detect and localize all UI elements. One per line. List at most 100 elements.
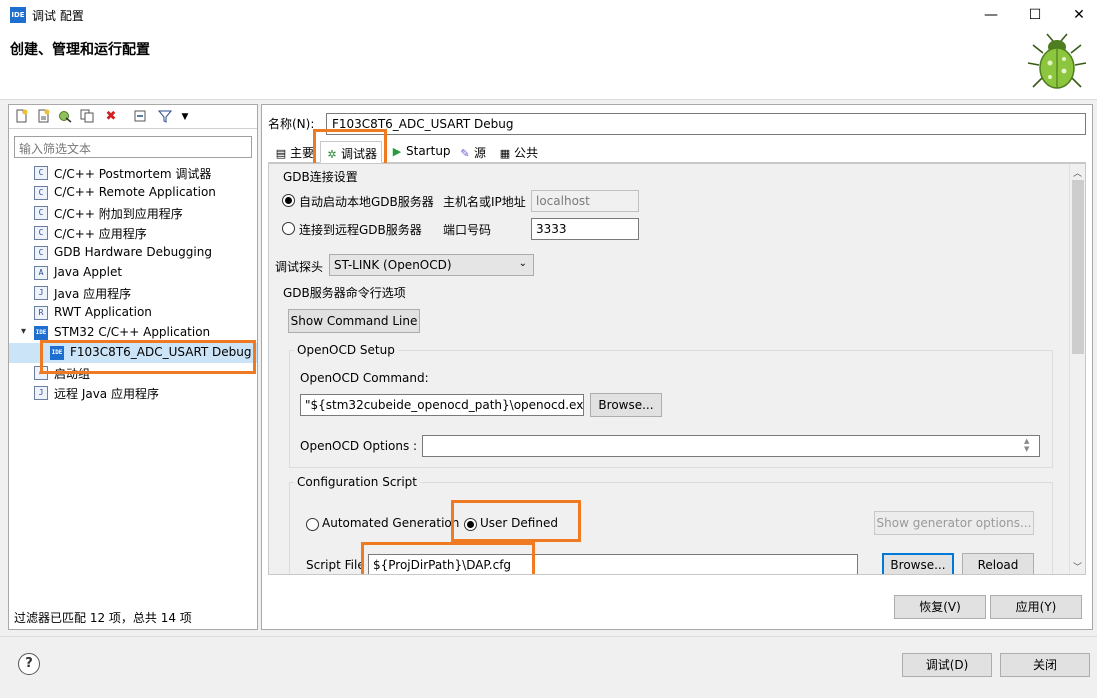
- export-icon[interactable]: [57, 109, 73, 125]
- tree-item-rwt[interactable]: R RWT Application: [9, 303, 257, 323]
- tree-item-label: Java Applet: [54, 265, 123, 279]
- delete-icon[interactable]: ✖: [103, 109, 119, 125]
- tree-item-java-applet[interactable]: A Java Applet: [9, 263, 257, 283]
- scroll-thumb[interactable]: [1072, 180, 1084, 354]
- tab-source[interactable]: ✎ 源: [454, 141, 490, 163]
- tree-item-gdb-hw[interactable]: C GDB Hardware Debugging: [9, 243, 257, 263]
- gdb-connection-heading: GDB连接设置: [283, 170, 358, 184]
- c-config-icon: C: [34, 186, 48, 200]
- tree-item-label: RWT Application: [54, 305, 152, 319]
- openocd-setup-group: OpenOCD Setup OpenOCD Command: "${stm32c…: [289, 343, 1053, 468]
- tab-label: 主要: [290, 146, 315, 160]
- content-scrollbar[interactable]: ︿ ﹀: [1069, 164, 1085, 574]
- openocd-command-input[interactable]: "${stm32cubeide_openocd_path}\openocd.ex…: [300, 394, 584, 416]
- duplicate-icon[interactable]: [79, 109, 95, 125]
- dialog-header: 创建、管理和运行配置: [0, 30, 1097, 100]
- tab-main[interactable]: ▤ 主要: [270, 141, 318, 163]
- debug-button[interactable]: 调试(D): [902, 653, 992, 677]
- tab-label: 源: [474, 146, 487, 160]
- automated-label: Automated Generation: [322, 516, 460, 530]
- tree-item-java-app[interactable]: J Java 应用程序: [9, 283, 257, 303]
- radio-automated-generation[interactable]: [306, 518, 319, 531]
- probe-label: 调试探头: [275, 260, 324, 274]
- tree-item-label: 远程 Java 应用程序: [54, 387, 159, 401]
- tree-item-remote-java[interactable]: J 远程 Java 应用程序: [9, 383, 257, 403]
- java-icon: J: [34, 386, 48, 400]
- help-icon[interactable]: ?: [18, 653, 40, 675]
- host-input[interactable]: localhost: [531, 190, 639, 212]
- tree-item-label: Java 应用程序: [54, 287, 132, 301]
- port-label: 端口号码: [443, 223, 492, 237]
- radio-remote-gdb[interactable]: [282, 222, 295, 235]
- main-tab-icon: ▤: [275, 147, 287, 160]
- new-config-icon[interactable]: [13, 109, 29, 125]
- script-browse-button[interactable]: Browse...: [882, 553, 954, 574]
- options-spin-icon[interactable]: ▲ ▼: [1024, 437, 1029, 453]
- highlight-user-defined: [451, 500, 581, 542]
- openocd-options-label: OpenOCD Options :: [300, 439, 418, 453]
- highlight-selected-config: [40, 340, 256, 374]
- probe-value: ST-LINK (OpenOCD): [334, 258, 452, 272]
- probe-select[interactable]: ST-LINK (OpenOCD) ⌄: [329, 254, 534, 276]
- debugger-tab-content: GDB连接设置 自动启动本地GDB服务器 主机名或IP地址 localhost …: [268, 163, 1086, 575]
- c-config-icon: C: [34, 166, 48, 180]
- tree-item-label: C/C++ Remote Application: [54, 185, 216, 199]
- tab-label: Startup: [406, 144, 451, 158]
- c-config-icon: C: [34, 246, 48, 260]
- openocd-browse-button[interactable]: Browse...: [590, 393, 662, 417]
- radio-local-gdb[interactable]: [282, 194, 295, 207]
- port-input[interactable]: 3333: [531, 218, 639, 240]
- tree-item-remote-app[interactable]: C C/C++ Remote Application: [9, 183, 257, 203]
- tab-startup[interactable]: ▶ Startup: [386, 141, 455, 163]
- config-toolbar: ✖ ▼: [9, 105, 257, 129]
- openocd-setup-heading: OpenOCD Setup: [294, 343, 398, 357]
- chevron-down-icon: ⌄: [518, 258, 527, 269]
- revert-button[interactable]: 恢复(V): [894, 595, 986, 619]
- config-script-heading: Configuration Script: [294, 475, 420, 489]
- tree-item-label: STM32 C/C++ Application: [54, 325, 211, 339]
- config-name-input[interactable]: F103C8T6_ADC_USART Debug: [326, 113, 1086, 135]
- collapse-all-icon[interactable]: [133, 109, 149, 125]
- host-label: 主机名或IP地址: [443, 195, 526, 209]
- c-config-icon: C: [34, 206, 48, 220]
- filter-icon[interactable]: [157, 109, 173, 125]
- show-generator-options-button[interactable]: Show generator options...: [874, 511, 1034, 535]
- dropdown-icon[interactable]: ▼: [177, 109, 193, 125]
- highlight-debugger-tab: [313, 129, 387, 167]
- tree-item-label: C/C++ 应用程序: [54, 227, 147, 241]
- tree-item-label: C/C++ Postmortem 调试器: [54, 167, 212, 181]
- scroll-down-icon[interactable]: ﹀: [1073, 560, 1082, 573]
- c-config-icon: C: [34, 226, 48, 240]
- tree-item-attach-app[interactable]: C C/C++ 附加到应用程序: [9, 203, 257, 223]
- startup-tab-icon: ▶: [392, 145, 402, 158]
- config-list-panel: ✖ ▼ 输入筛选文本 C C/C++ Postmortem 调试器 C C/C+…: [8, 104, 258, 630]
- common-tab-icon: ▦: [499, 147, 511, 160]
- app-icon: IDE: [10, 7, 26, 23]
- show-command-line-button[interactable]: Show Command Line: [288, 309, 420, 333]
- tab-common[interactable]: ▦ 公共: [494, 141, 542, 163]
- new-prototype-icon[interactable]: [35, 109, 51, 125]
- java-icon: J: [34, 286, 48, 300]
- name-label: 名称(N):: [268, 117, 315, 131]
- source-tab-icon: ✎: [460, 147, 470, 160]
- tree-item-c-app[interactable]: C C/C++ 应用程序: [9, 223, 257, 243]
- scroll-up-icon[interactable]: ︿: [1073, 166, 1082, 179]
- config-tabs: ▤ 主要 ✲ 调试器 ▶ Startup ✎ 源 ▦ 公共: [268, 141, 1086, 163]
- close-window-button[interactable]: ✕: [1068, 4, 1090, 26]
- debug-bug-icon: [1027, 33, 1087, 89]
- openocd-options-input[interactable]: [422, 435, 1040, 457]
- dialog-footer: ? 调试(D) 关闭: [0, 636, 1097, 698]
- filter-input[interactable]: 输入筛选文本: [14, 136, 252, 158]
- minimize-button[interactable]: —: [980, 4, 1002, 26]
- close-button[interactable]: 关闭: [1000, 653, 1090, 677]
- reload-button[interactable]: Reload: [962, 553, 1034, 574]
- dialog-heading: 创建、管理和运行配置: [10, 42, 150, 58]
- openocd-command-label: OpenOCD Command:: [300, 371, 429, 385]
- tree-item-label: GDB Hardware Debugging: [54, 245, 212, 259]
- tree-item-postmortem[interactable]: C C/C++ Postmortem 调试器: [9, 163, 257, 183]
- rwt-icon: R: [34, 306, 48, 320]
- chevron-down-icon[interactable]: ▾: [21, 326, 26, 337]
- apply-button[interactable]: 应用(Y): [990, 595, 1082, 619]
- maximize-button[interactable]: ☐: [1024, 4, 1046, 26]
- config-editor-panel: 名称(N): F103C8T6_ADC_USART Debug ▤ 主要 ✲ 调试器…: [261, 104, 1093, 630]
